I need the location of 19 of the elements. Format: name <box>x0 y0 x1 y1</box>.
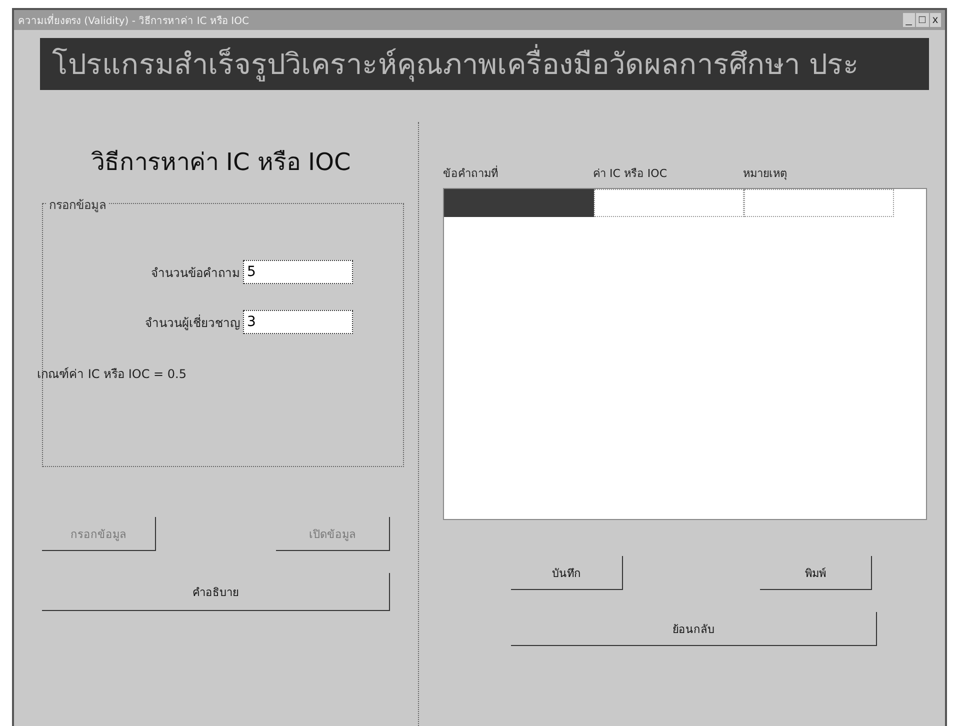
input-field[interactable]: 3 <box>243 310 353 334</box>
button[interactable]: คำอธิบาย <box>42 573 390 611</box>
field-label: จำนวนข้อคำถาม <box>151 264 240 282</box>
data-grid[interactable] <box>443 188 927 520</box>
close-button[interactable]: x <box>930 13 941 27</box>
criterion-text: เกณฑ์ค่า IC หรือ IOC = 0.5 <box>37 366 188 383</box>
button[interactable]: บันทึก <box>511 556 623 590</box>
button[interactable]: ย้อนกลับ <box>511 612 877 646</box>
button[interactable]: พิมพ์ <box>760 556 872 590</box>
column-header: ค่า IC หรือ IOC <box>593 166 668 182</box>
window-title: ความเที่ยงตรง (Validity) - วิธีการหาค่า IC หรือ IOC <box>18 12 250 28</box>
maximize-button[interactable]: □ <box>916 13 928 27</box>
program-banner: โปรแกรมสำเร็จรูปวิเคราะห์คุณภาพเครื่องมือวัดผลการศึกษา ประ <box>40 38 929 90</box>
input-field[interactable]: 5 <box>243 260 353 284</box>
column-header: หมายเหตุ <box>743 166 788 182</box>
minimize-button[interactable]: _ <box>902 13 915 27</box>
section-heading: วิธีการหาค่า IC หรือ IOC <box>90 147 352 178</box>
column-header: ข้อคำถามที่ <box>443 164 499 182</box>
field-label: จำนวนผู้เชี่ยวชาญ <box>145 314 240 332</box>
